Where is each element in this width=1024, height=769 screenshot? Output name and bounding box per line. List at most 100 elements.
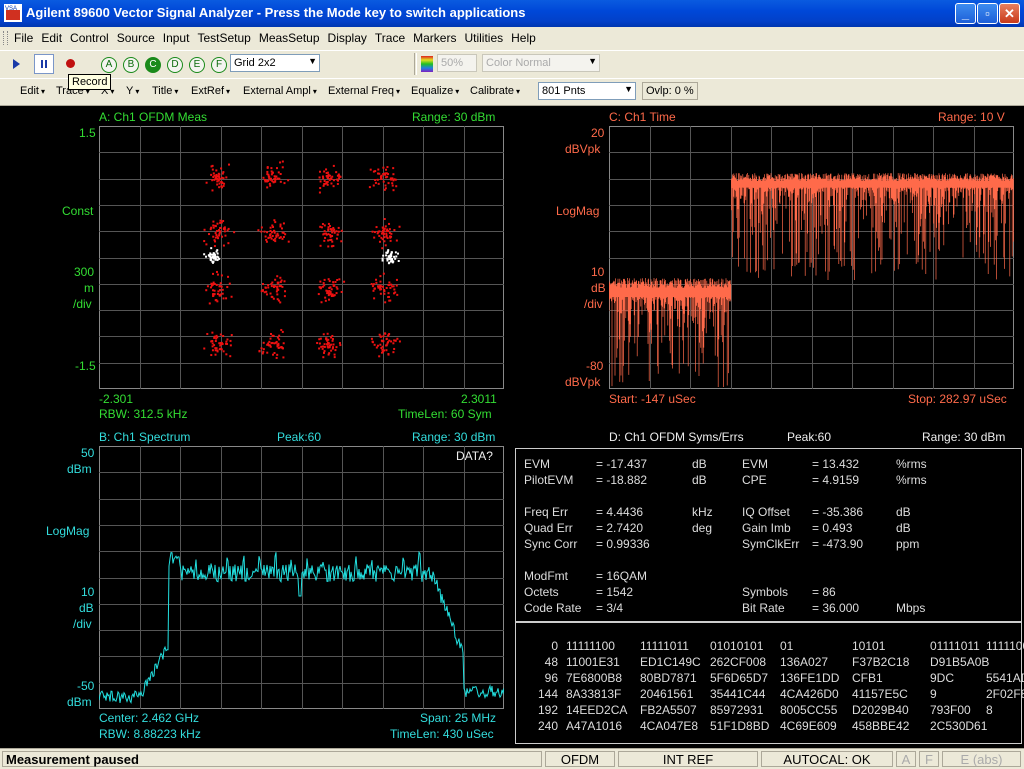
symbol-cell: 35441C44 bbox=[710, 687, 766, 701]
external-ampl-menu-button[interactable]: External Ampl bbox=[243, 85, 317, 97]
trace-c-ytop-val: 20 bbox=[591, 126, 605, 140]
minimize-button[interactable]: _ bbox=[955, 3, 976, 24]
menu-control[interactable]: Control bbox=[66, 28, 113, 45]
trace-c-ybot-val: -80 bbox=[586, 359, 604, 373]
symbol-cell: 8 bbox=[986, 703, 993, 717]
extref-menu-button[interactable]: ExtRef bbox=[191, 85, 230, 97]
y-menu-button[interactable]: Y bbox=[126, 85, 139, 97]
trace-c-ybot-unit: dBVpk bbox=[565, 375, 601, 389]
trace-b-spectrum-plot[interactable] bbox=[99, 446, 504, 709]
trace-c-scale-div: /div bbox=[584, 297, 603, 311]
summary-cell: dB bbox=[896, 521, 911, 535]
summary-cell: Gain Imb bbox=[742, 521, 791, 535]
app-icon[interactable]: VSA bbox=[4, 4, 22, 22]
zoom-value: 50% bbox=[441, 57, 464, 69]
symbol-cell: 85972931 bbox=[710, 703, 764, 717]
symbol-cell: 8A33813F bbox=[566, 687, 622, 701]
summary-cell: EVM bbox=[524, 457, 551, 471]
trace-a-range: Range: 30 dBm bbox=[412, 110, 496, 124]
menu-trace[interactable]: Trace bbox=[371, 28, 409, 45]
trace-a-button[interactable]: A bbox=[101, 57, 117, 73]
menu-source[interactable]: Source bbox=[113, 28, 159, 45]
trace-b-scale-unit: dB bbox=[79, 601, 94, 615]
summary-cell: PilotEVM bbox=[524, 473, 574, 487]
trace-a-rbw: RBW: 312.5 kHz bbox=[99, 407, 188, 421]
trace-e-button[interactable]: E bbox=[189, 57, 205, 73]
menu-testsetup[interactable]: TestSetup bbox=[193, 28, 254, 45]
trace-c-title[interactable]: C: Ch1 Time bbox=[609, 110, 676, 124]
layout-dropdown[interactable]: Grid 2x2 ▼ bbox=[230, 54, 320, 72]
window-title: Agilent 89600 Vector Signal Analyzer - P… bbox=[26, 5, 526, 20]
menu-edit[interactable]: Edit bbox=[37, 28, 66, 45]
menu-utilities[interactable]: Utilities bbox=[460, 28, 507, 45]
trace-c-button[interactable]: C bbox=[145, 57, 161, 73]
trace-a-xleft: -2.301 bbox=[99, 392, 134, 406]
record-tooltip: Record bbox=[68, 74, 112, 90]
trace-a-constellation[interactable] bbox=[99, 126, 504, 389]
record-icon[interactable] bbox=[66, 59, 75, 68]
trace-d-symbol-table[interactable]: 0 11111100 11111011 01010101 01 10101 01111011… bbox=[515, 622, 1024, 744]
summary-cell: = 0.493 bbox=[812, 521, 853, 535]
symbol-cell: CFB1 bbox=[852, 671, 883, 685]
play-icon[interactable] bbox=[13, 59, 20, 69]
trace-b-ybot-unit: dBm bbox=[67, 695, 92, 709]
trace-b-data-flag: DATA? bbox=[456, 449, 493, 463]
edit-menu-button[interactable]: Edit bbox=[20, 85, 45, 97]
summary-cell: = 13.432 bbox=[812, 457, 860, 471]
trace-a-xright: 2.3011 bbox=[461, 392, 497, 406]
trace-d-range: Range: 30 dBm bbox=[922, 430, 1006, 444]
trace-c-range: Range: 10 V bbox=[938, 110, 1005, 124]
trace-f-button[interactable]: F bbox=[211, 57, 227, 73]
overlap-readout: Ovlp: 0 % bbox=[642, 82, 698, 100]
menu-input[interactable]: Input bbox=[159, 28, 194, 45]
status-e-indicator: E (abs) bbox=[942, 751, 1021, 767]
symbol-cell: 2C530D61 bbox=[930, 719, 988, 733]
trace-b-scale-div: /div bbox=[73, 617, 92, 631]
menu-display[interactable]: Display bbox=[324, 28, 371, 45]
trace-d-summary-table[interactable]: EVM = -17.437 dB EVM = 13.432 %rms PilotEVM = -… bbox=[515, 448, 1022, 622]
title-menu-button[interactable]: Title bbox=[152, 85, 178, 97]
external-freq-menu-button[interactable]: External Freq bbox=[328, 85, 400, 97]
trace-c-scale-num: 10 bbox=[591, 265, 605, 279]
layout-value: Grid 2x2 bbox=[234, 57, 276, 69]
symbol-cell: 0 bbox=[551, 639, 558, 653]
maximize-button[interactable]: ▫ bbox=[977, 3, 998, 24]
trace-a-scale-unit: m bbox=[84, 281, 94, 295]
summary-cell: Freq Err bbox=[524, 505, 569, 519]
trace-a-format: Const bbox=[62, 204, 94, 218]
trace-c-time-plot[interactable] bbox=[609, 126, 1014, 389]
symbol-cell: 9DC bbox=[930, 671, 955, 685]
symbol-cell: D2029B40 bbox=[852, 703, 909, 717]
analyzer-display: A: Ch1 OFDM Meas Range: 30 dBm 1.5 Const… bbox=[0, 106, 1024, 748]
summary-cell: ModFmt bbox=[524, 569, 569, 583]
trace-a-title[interactable]: A: Ch1 OFDM Meas bbox=[99, 110, 207, 124]
points-dropdown[interactable]: 801 Pnts ▼ bbox=[538, 82, 636, 100]
summary-cell: kHz bbox=[692, 505, 713, 519]
symbol-cell: 11001E31 bbox=[566, 655, 620, 669]
summary-cell: EVM bbox=[742, 457, 769, 471]
menu-markers[interactable]: Markers bbox=[409, 28, 460, 45]
trace-b-timelen: TimeLen: 430 uSec bbox=[390, 727, 494, 741]
trace-b-ytop-val: 50 bbox=[81, 446, 95, 460]
equalize-menu-button[interactable]: Equalize bbox=[411, 85, 459, 97]
trace-d-title[interactable]: D: Ch1 OFDM Syms/Errs bbox=[609, 430, 744, 444]
close-button[interactable]: ✕ bbox=[999, 3, 1020, 24]
menu-file[interactable]: File bbox=[10, 28, 37, 45]
calibrate-menu-button[interactable]: Calibrate bbox=[470, 85, 520, 97]
trace-d-button[interactable]: D bbox=[167, 57, 183, 73]
symbol-cell: 262CF008 bbox=[710, 655, 767, 669]
trace-c-ytop-unit: dBVpk bbox=[565, 142, 601, 156]
trace-b-title[interactable]: B: Ch1 Spectrum bbox=[99, 430, 190, 444]
trace-b-button[interactable]: B bbox=[123, 57, 139, 73]
trace-b-format: LogMag bbox=[46, 524, 90, 538]
ref-indicator: INT REF bbox=[618, 751, 758, 767]
symbol-cell: 01111011 bbox=[930, 639, 980, 653]
spectrum-trace bbox=[99, 550, 504, 704]
summary-cell: = 4.9159 bbox=[812, 473, 860, 487]
menu-bar: File Edit Control Source Input TestSetup MeasS… bbox=[0, 28, 1024, 48]
pause-button[interactable] bbox=[34, 54, 54, 74]
symbol-cell: 136FE1DD bbox=[780, 671, 840, 685]
menu-help[interactable]: Help bbox=[507, 28, 540, 45]
color-palette-icon[interactable] bbox=[421, 56, 433, 72]
menu-meassetup[interactable]: MeasSetup bbox=[255, 28, 324, 45]
